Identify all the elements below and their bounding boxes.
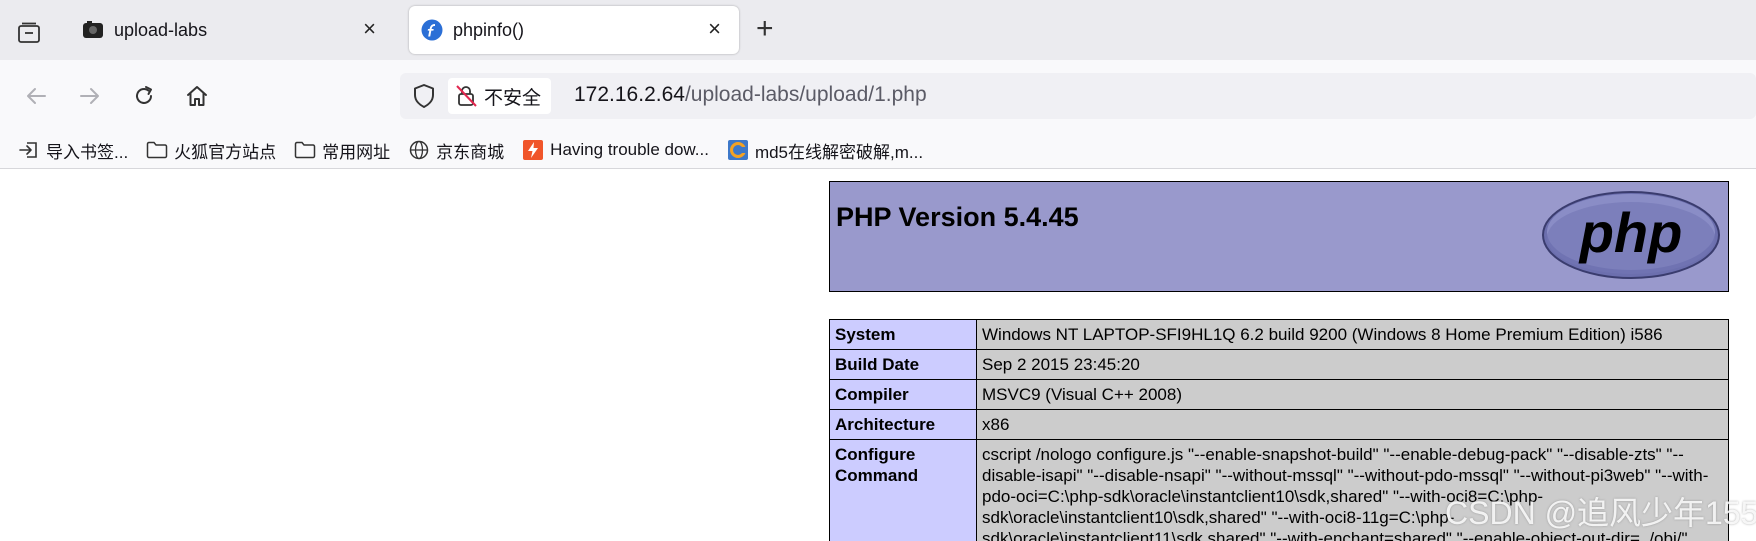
table-row: Architecture x86 bbox=[829, 409, 1729, 440]
home-icon[interactable] bbox=[181, 80, 213, 112]
table-row: System Windows NT LAPTOP-SFI9HL1Q 6.2 bui… bbox=[829, 319, 1729, 350]
page-content: PHP Version 5.4.45 php System Windows NT … bbox=[0, 169, 1756, 541]
import-icon bbox=[18, 139, 40, 161]
info-value: MSVC9 (Visual C++ 2008) bbox=[976, 379, 1729, 410]
info-key: Build Date bbox=[829, 349, 977, 380]
info-value: Windows NT LAPTOP-SFI9HL1Q 6.2 build 920… bbox=[976, 319, 1729, 350]
security-label: 不安全 bbox=[484, 87, 542, 109]
tab-overview-icon[interactable] bbox=[14, 18, 44, 48]
bookmark-label: 火狐官方站点 bbox=[174, 142, 277, 162]
bookmark-import[interactable]: 导入书签... bbox=[18, 138, 128, 163]
info-key: Compiler bbox=[829, 379, 977, 410]
back-icon[interactable] bbox=[20, 80, 52, 112]
url-text[interactable]: 172.16.2.64/upload-labs/upload/1.php bbox=[574, 83, 927, 107]
insecure-connection-indicator[interactable]: 不安全 bbox=[448, 78, 552, 114]
tab-title: phpinfo() bbox=[453, 19, 525, 40]
bookmark-common-sites[interactable]: 常用网址 bbox=[294, 138, 390, 163]
table-row: Build Date Sep 2 2015 23:45:20 bbox=[829, 349, 1729, 380]
navigation-toolbar: 不安全 172.16.2.64/upload-labs/upload/1.php bbox=[0, 60, 1756, 132]
bookmark-having-trouble[interactable]: Having trouble dow... bbox=[522, 139, 709, 161]
bolt-favicon bbox=[522, 139, 544, 161]
folder-icon bbox=[294, 139, 316, 161]
bookmark-firefox-official[interactable]: 火狐官方站点 bbox=[146, 138, 276, 163]
bookmark-label: Having trouble dow... bbox=[550, 140, 709, 159]
php-version-header: PHP Version 5.4.45 php bbox=[829, 181, 1729, 292]
php-logo[interactable]: php bbox=[1541, 190, 1723, 285]
cmd5-favicon bbox=[727, 139, 749, 161]
bookmark-md5[interactable]: md5在线解密破解,m... bbox=[727, 138, 923, 163]
insecure-lock-icon bbox=[456, 85, 477, 107]
bookmark-jd[interactable]: 京东商城 bbox=[408, 138, 504, 163]
bookmark-label: 导入书签... bbox=[46, 142, 129, 162]
tab-upload-labs[interactable]: upload-labs × bbox=[70, 6, 394, 54]
bookmark-label: 京东商城 bbox=[436, 142, 505, 162]
tab-title: upload-labs bbox=[114, 19, 208, 40]
close-tab-icon[interactable]: × bbox=[363, 18, 376, 40]
php-favicon bbox=[421, 19, 443, 41]
php-logo-text: php bbox=[1578, 201, 1683, 264]
tab-phpinfo[interactable]: phpinfo() × bbox=[409, 6, 739, 54]
forward-icon[interactable] bbox=[74, 80, 106, 112]
info-value: Sep 2 2015 23:45:20 bbox=[976, 349, 1729, 380]
bookmark-label: md5在线解密破解,m... bbox=[754, 142, 924, 162]
info-key: System bbox=[829, 319, 977, 350]
folder-icon bbox=[146, 139, 168, 161]
url-path: /upload-labs/upload/1.php bbox=[684, 83, 927, 106]
bookmarks-toolbar: 导入书签... 火狐官方站点 常用网址 京东商城 Having trouble … bbox=[0, 132, 1756, 169]
new-tab-button[interactable]: + bbox=[756, 14, 774, 44]
address-bar[interactable]: 不安全 172.16.2.64/upload-labs/upload/1.php bbox=[400, 73, 1756, 119]
tracking-protection-shield-icon[interactable] bbox=[412, 83, 438, 109]
upload-labs-favicon bbox=[82, 19, 104, 41]
info-value: x86 bbox=[976, 409, 1729, 440]
info-key: Architecture bbox=[829, 409, 977, 440]
table-row: Compiler MSVC9 (Visual C++ 2008) bbox=[829, 379, 1729, 410]
page-title: PHP Version 5.4.45 bbox=[836, 202, 1079, 232]
close-tab-icon[interactable]: × bbox=[708, 18, 721, 40]
bookmark-label: 常用网址 bbox=[322, 142, 391, 162]
reload-icon[interactable] bbox=[128, 80, 160, 112]
tab-bar: upload-labs × phpinfo() × + bbox=[0, 0, 1756, 60]
url-host: 172.16.2.64 bbox=[574, 83, 685, 106]
watermark: CSDN @追风少年155 bbox=[1445, 495, 1756, 531]
info-key: Configure Command bbox=[829, 439, 977, 541]
globe-icon bbox=[408, 139, 430, 161]
